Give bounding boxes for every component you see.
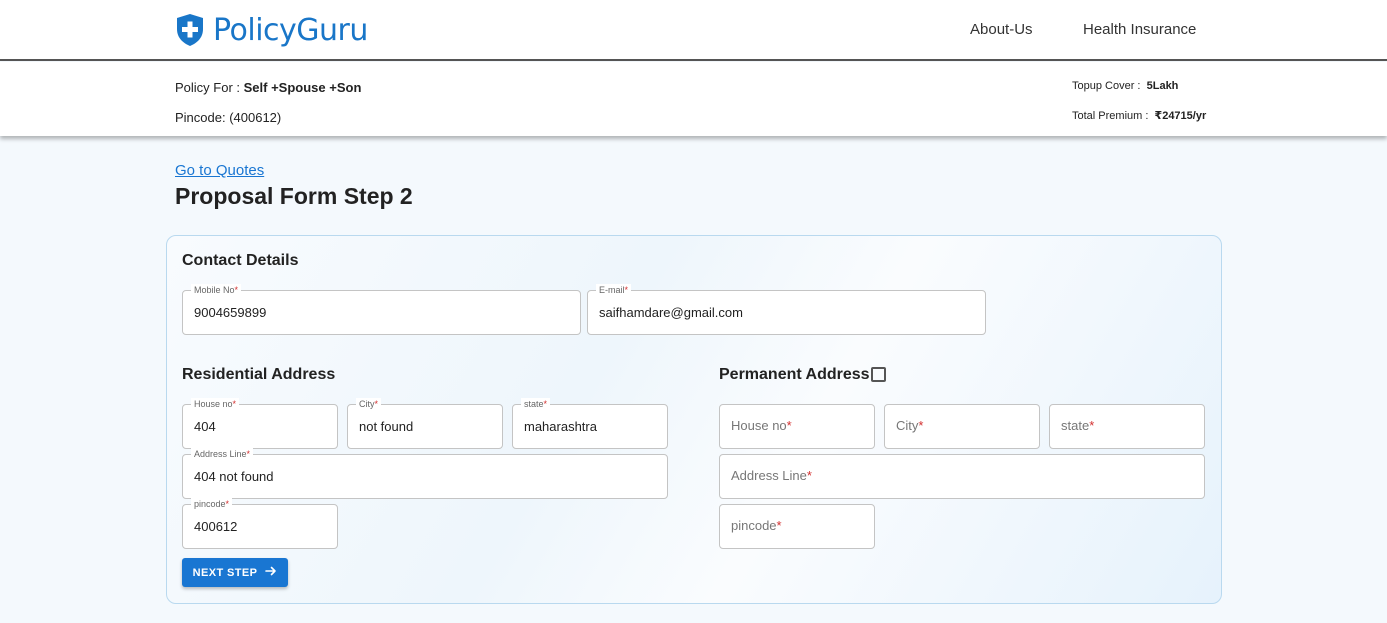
res-address-line-value: 404 not found (194, 469, 274, 484)
nav-about-us[interactable]: About-Us (970, 21, 1033, 38)
res-pincode-label: pincode* (191, 498, 233, 510)
next-step-label: NEXT STEP (192, 566, 258, 579)
premium-label: Total Premium : (1072, 110, 1149, 122)
next-step-button[interactable]: NEXT STEP (182, 558, 288, 587)
brand-name: PolicyGuru (213, 12, 368, 48)
res-state-label: state* (521, 398, 551, 410)
res-state-value: maharashtra (524, 419, 597, 434)
mobile-field-value: 9004659899 (194, 305, 267, 320)
go-to-quotes-link[interactable]: Go to Quotes (175, 162, 264, 179)
nav-health-insurance[interactable]: Health Insurance (1083, 21, 1196, 38)
pincode-summary: Pincode: (400612) (175, 110, 282, 125)
arrow-right-icon (265, 565, 277, 580)
premium-line: Total Premium : ₹24715/yr (1072, 109, 1206, 122)
perm-pincode-placeholder: pincode* (731, 518, 782, 533)
res-house-no-field[interactable]: House no* 404 (182, 398, 338, 449)
policy-for-value: Self +Spouse +Son (243, 80, 362, 95)
email-field-label: E-mail* (596, 284, 632, 296)
res-city-value: not found (359, 419, 414, 434)
mobile-field-label: Mobile No* (191, 284, 242, 296)
perm-city-field[interactable]: City* (884, 404, 1040, 449)
res-city-field[interactable]: City* not found (347, 398, 503, 449)
page-title: Proposal Form Step 2 (175, 183, 413, 209)
shield-plus-icon (175, 13, 205, 47)
res-pincode-value: 400612 (194, 519, 238, 534)
perm-city-placeholder: City* (896, 418, 924, 433)
policy-summary-bar: Policy For : Self +Spouse +Son Pincode: … (0, 62, 1387, 136)
perm-house-no-placeholder: House no* (731, 418, 792, 433)
contact-details-heading: Contact Details (182, 252, 299, 269)
perm-state-placeholder: state* (1061, 418, 1095, 433)
mobile-field[interactable]: Mobile No* 9004659899 (182, 284, 581, 335)
policy-for-label: Policy For : (175, 80, 241, 95)
topup-label: Topup Cover : (1072, 80, 1141, 92)
policy-for-line: Policy For : Self +Spouse +Son (175, 80, 361, 95)
perm-address-line-field[interactable]: Address Line* (719, 454, 1205, 499)
res-pincode-field[interactable]: pincode* 400612 (182, 498, 338, 549)
res-address-line-field[interactable]: Address Line* 404 not found (182, 448, 668, 499)
permanent-address-heading: Permanent Address (719, 366, 870, 383)
residential-address-heading: Residential Address (182, 366, 336, 383)
same-address-checkbox[interactable] (871, 367, 886, 382)
topup-line: Topup Cover : 5Lakh (1072, 80, 1178, 92)
email-field[interactable]: E-mail* saifhamdare@gmail.com (587, 284, 986, 335)
perm-state-field[interactable]: state* (1049, 404, 1205, 449)
res-state-field[interactable]: state* maharashtra (512, 398, 668, 449)
res-address-line-label: Address Line* (191, 448, 254, 460)
premium-value: ₹24715/yr (1154, 110, 1207, 122)
res-house-no-value: 404 (194, 419, 216, 434)
brand-logo[interactable]: PolicyGuru (175, 12, 368, 48)
perm-pincode-field[interactable]: pincode* (719, 504, 875, 549)
res-house-no-label: House no* (191, 398, 240, 410)
res-city-label: City* (356, 398, 382, 410)
topup-value: 5Lakh (1146, 80, 1179, 92)
perm-address-line-placeholder: Address Line* (731, 468, 812, 483)
top-navbar: PolicyGuru About-Us Health Insurance (0, 0, 1387, 61)
perm-house-no-field[interactable]: House no* (719, 404, 875, 449)
email-field-value: saifhamdare@gmail.com (599, 305, 743, 320)
